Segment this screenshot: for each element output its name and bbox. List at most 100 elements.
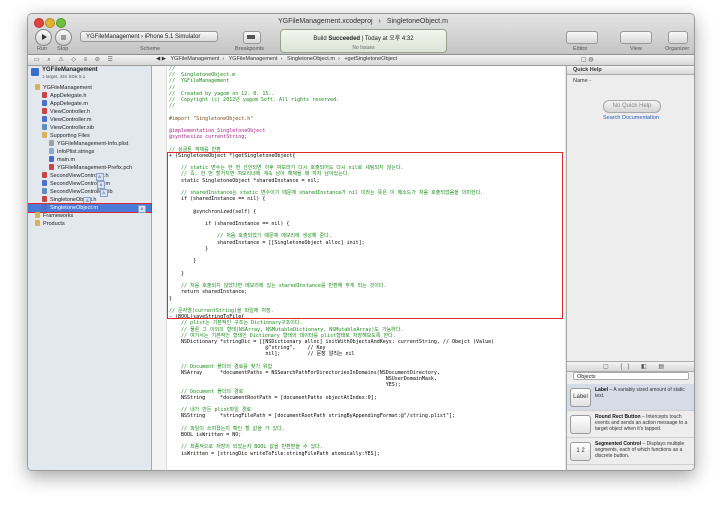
library-item-text: Segmented Control – Displays multiple se… bbox=[595, 441, 691, 459]
library-item[interactable]: Round Rect Button – Intercepts touch eve… bbox=[567, 411, 694, 438]
jump-bar[interactable]: ◀ ▶ YGFileManagement › YGFileManagement › … bbox=[156, 56, 400, 62]
library-item-icon bbox=[570, 415, 591, 434]
folder-icon bbox=[42, 132, 47, 138]
organizer-button[interactable] bbox=[668, 31, 688, 44]
utility-area: Quick Help Name - No Quick Help Search D… bbox=[566, 66, 694, 470]
sidebar-item-label: InfoPlist.strings bbox=[57, 149, 95, 155]
sidebar-item-label: ViewController.h bbox=[50, 109, 90, 115]
file-title: SingletoneObject.m bbox=[386, 18, 448, 25]
navigator-and-jump-bar: ▭ ⌕ ⚠ ◇ ≡ ⊘ ☰ ◀ ▶ YGFileManagement › YGFi… bbox=[28, 55, 694, 66]
sidebar-item-label: AppDelegate.h bbox=[50, 93, 87, 99]
sidebar-item-label: YGFileManagement-Info.plist bbox=[57, 141, 129, 147]
status-issues: No Issues bbox=[352, 45, 375, 51]
source-editor[interactable]: //// SingletoneObject.m// YGFileManageme… bbox=[167, 66, 565, 470]
sidebar-item[interactable]: ViewController.h bbox=[28, 108, 90, 116]
library-item-text: Label – A variably sized amount of stati… bbox=[595, 387, 691, 399]
close-window-button[interactable] bbox=[34, 18, 44, 28]
sidebar-item-label: Frameworks bbox=[43, 213, 74, 219]
jump-item[interactable]: +getSingletoneObject bbox=[344, 56, 397, 62]
sidebar-item[interactable]: AppDelegate.h bbox=[28, 92, 86, 100]
project-subtitle: 1 target, iOS SDK 5.1 bbox=[42, 74, 86, 79]
navigator-selector-icons[interactable]: ▭ ⌕ ⚠ ◇ ≡ ⊘ ☰ bbox=[34, 56, 116, 64]
sidebar-item[interactable]: ViewController.m bbox=[28, 116, 91, 124]
sidebar-item[interactable]: SingletoneObject.h A bbox=[28, 196, 96, 205]
library-tabs[interactable]: ▢ {} ◧ ▤ bbox=[567, 361, 694, 372]
file-icon bbox=[49, 156, 54, 162]
file-icon bbox=[42, 124, 47, 130]
sidebar-item[interactable]: SecondViewController.xib A bbox=[28, 188, 113, 197]
library-item[interactable]: 1 2 Segmented Control – Displays multiple… bbox=[567, 438, 694, 465]
file-icon bbox=[49, 148, 54, 154]
view-label: View bbox=[630, 46, 642, 52]
sidebar-item[interactable]: YGFileManagement bbox=[28, 84, 92, 92]
sidebar-item-label: Supporting Files bbox=[50, 133, 90, 139]
sidebar-item[interactable]: SecondViewController.h A bbox=[28, 172, 109, 181]
organizer-label: Organizer bbox=[665, 46, 690, 52]
sidebar-item[interactable]: Supporting Files bbox=[28, 132, 90, 140]
sidebar-item[interactable]: ViewController.xib bbox=[28, 124, 94, 132]
quick-help-header: Quick Help bbox=[567, 66, 694, 75]
status-build: Build bbox=[313, 36, 327, 42]
sidebar-item-label: YGFileManagement-Prefix.pch bbox=[57, 165, 133, 171]
library-item-icon: 1 2 bbox=[570, 442, 591, 461]
file-icon bbox=[42, 108, 47, 114]
stop-label: Stop bbox=[57, 46, 69, 52]
library-filter-select[interactable]: Objects bbox=[573, 372, 689, 380]
jump-item[interactable]: SingletoneObject.m bbox=[287, 56, 335, 62]
scm-status-badge: A bbox=[99, 189, 108, 197]
sidebar-item[interactable]: Products bbox=[28, 220, 65, 228]
jump-back-icon[interactable]: ◀ ▶ bbox=[156, 56, 166, 62]
window-title: YGFileManagement.xcodeproj › SingletoneO… bbox=[278, 18, 448, 25]
jump-item[interactable]: YGFileManagement bbox=[229, 56, 278, 62]
sidebar-item-label: AppDelegate.m bbox=[50, 101, 88, 107]
inspector-icons[interactable]: ▢ ◍ bbox=[581, 56, 594, 63]
jump-item[interactable]: YGFileManagement bbox=[170, 56, 219, 62]
file-icon bbox=[42, 188, 47, 194]
editor-label: Editor bbox=[573, 46, 588, 52]
sidebar-item-label: SingletoneObject.m bbox=[50, 205, 98, 211]
code-line[interactable]: isWritten = [stringDic writeToFile:strin… bbox=[169, 451, 494, 457]
quick-help-name: Name - bbox=[573, 78, 592, 84]
file-icon bbox=[49, 164, 54, 170]
source-code[interactable]: //// SingletoneObject.m// YGFileManageme… bbox=[169, 66, 494, 457]
sidebar-item[interactable]: YGFileManagement-Info.plist bbox=[28, 140, 128, 148]
sidebar-item[interactable]: main.m bbox=[28, 156, 75, 164]
sidebar-item[interactable]: InfoPlist.strings bbox=[28, 148, 94, 156]
sidebar-item-label: main.m bbox=[57, 157, 76, 163]
editor-gutter[interactable] bbox=[152, 66, 167, 470]
sidebar-item-label: ViewController.m bbox=[50, 117, 92, 123]
scheme-destination: iPhone 5.1 Simulator bbox=[144, 34, 201, 40]
sidebar-item[interactable]: YGFileManagement-Prefix.pch bbox=[28, 164, 132, 172]
stop-button[interactable] bbox=[55, 29, 72, 46]
library-item[interactable]: Label Label – A variably sized amount of … bbox=[567, 384, 694, 411]
no-quick-help-button: No Quick Help bbox=[603, 100, 661, 113]
file-icon bbox=[42, 204, 47, 210]
sidebar-item[interactable]: AppDelegate.m bbox=[28, 100, 88, 108]
sidebar-item[interactable]: Frameworks bbox=[28, 212, 73, 220]
folder-icon bbox=[35, 212, 40, 218]
project-icon bbox=[31, 68, 39, 76]
minimize-window-button[interactable] bbox=[45, 18, 55, 28]
breakpoints-button[interactable] bbox=[243, 31, 261, 44]
library-tab-icons[interactable]: ▢ {} ◧ ▤ bbox=[603, 363, 669, 370]
code-line[interactable]: NSString *stringFilePath = [documentRoot… bbox=[169, 413, 494, 419]
folder-icon bbox=[35, 84, 40, 90]
library-item-icon: Label bbox=[570, 388, 591, 407]
xcode-window: YGFileManagement.xcodeproj › SingletoneO… bbox=[27, 13, 695, 471]
editor-mode-control[interactable] bbox=[566, 31, 598, 44]
project-navigator: YGFileManagement 1 target, iOS SDK 5.1 Y… bbox=[28, 66, 152, 470]
project-title: YGFileManagement.xcodeproj bbox=[278, 18, 373, 25]
file-icon bbox=[42, 172, 47, 178]
scheme-selector[interactable]: YGFileManagement › iPhone 5.1 Simulator bbox=[80, 31, 218, 42]
file-icon bbox=[42, 196, 47, 202]
library-item-text: Round Rect Button – Intercepts touch eve… bbox=[595, 414, 691, 432]
view-toggle-control[interactable] bbox=[620, 31, 652, 44]
project-name[interactable]: YGFileManagement bbox=[42, 67, 98, 73]
zoom-window-button[interactable] bbox=[56, 18, 66, 28]
sidebar-item[interactable]: SingletoneObject.m A bbox=[28, 203, 152, 213]
sidebar-item[interactable]: SecondViewController.m A bbox=[28, 180, 110, 189]
search-documentation-link[interactable]: Search Documentation bbox=[567, 115, 694, 121]
run-button[interactable] bbox=[35, 29, 52, 46]
activity-status: Build Succeeded | Today at 오후 4:32 No Is… bbox=[280, 29, 447, 53]
scm-status-badge: A bbox=[138, 205, 146, 213]
